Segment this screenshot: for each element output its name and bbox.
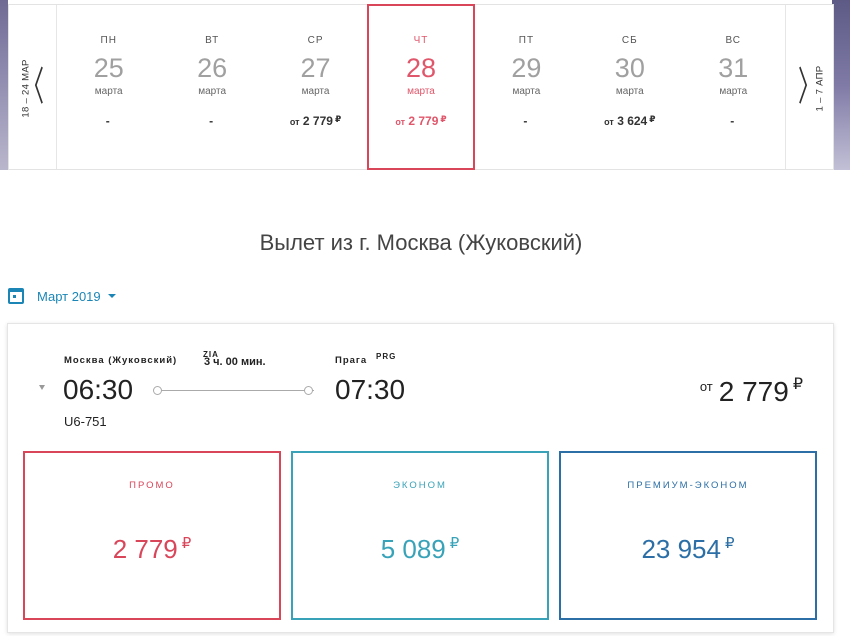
day-price: - <box>682 114 785 128</box>
prev-week-range: 18 – 24 МАР <box>20 59 32 118</box>
flight-card: Москва (Жуковский) ZIA 3 ч. 00 мин. 06:3… <box>7 323 834 633</box>
day-number: 30 <box>614 53 645 83</box>
min-price-amount: 2 779 <box>718 376 789 407</box>
day-month: марта <box>301 86 330 97</box>
day-list: ПН 25 марта - ВТ 26 марта - СР 27 марта от 2 779 ₽… <box>57 4 785 170</box>
day-26[interactable]: ВТ 26 марта - <box>160 5 263 169</box>
day-month: марта <box>94 86 123 97</box>
day-price-prefix: от <box>289 117 300 127</box>
prev-week-button[interactable]: 〈 18 – 24 МАР <box>9 5 57 169</box>
day-27[interactable]: СР 27 марта от 2 779 ₽ <box>264 5 367 169</box>
departure-time: 06:30 <box>63 374 134 405</box>
day-month: марта <box>407 86 435 97</box>
day-price-amount: - <box>730 114 735 128</box>
min-price-prefix: от <box>699 379 713 394</box>
day-month: марта <box>615 86 644 97</box>
day-price-amount: 2 779 <box>302 114 333 128</box>
day-price: - <box>475 114 578 128</box>
chevron-right-icon: 〉 <box>798 64 820 110</box>
fare-price: 2 779 ₽ <box>25 534 279 565</box>
day-of-week: ВТ <box>205 35 220 46</box>
route-end-dot <box>304 386 313 395</box>
day-month: марта <box>198 86 227 97</box>
day-price-amount: 2 779 <box>408 114 439 128</box>
day-number: 29 <box>511 53 542 83</box>
ruble-icon: ₽ <box>181 535 192 552</box>
background-strip-left <box>0 0 8 170</box>
fare-premium-economy[interactable]: премиум-эконом 23 954 ₽ <box>559 451 817 620</box>
arrival-city: Прага <box>335 355 368 366</box>
day-of-week: СР <box>307 35 324 46</box>
day-price-amount: - <box>105 114 110 128</box>
day-price-prefix: от <box>395 117 405 127</box>
day-29[interactable]: ПТ 29 марта - <box>475 5 578 169</box>
calendar-icon <box>8 288 24 304</box>
expand-arrow-icon[interactable] <box>39 385 45 390</box>
fare-name: эконом <box>393 480 447 491</box>
caret-down-icon <box>107 294 116 298</box>
day-month: марта <box>719 86 748 97</box>
day-price: от 2 779 ₽ <box>369 114 472 128</box>
fare-price: 5 089 ₽ <box>293 534 547 565</box>
day-number: 26 <box>197 53 228 83</box>
day-of-week: ПН <box>100 35 117 46</box>
ruble-icon: ₽ <box>334 114 342 124</box>
day-price: - <box>160 114 263 128</box>
page-title: Вылет из г. Москва (Жуковский) <box>259 230 583 255</box>
day-of-week: ПТ <box>518 35 535 46</box>
day-price-amount: 3 624 <box>617 114 648 128</box>
flight-duration: 3 ч. 00 мин. <box>204 356 266 368</box>
day-month: марта <box>512 86 541 97</box>
day-number: 28 <box>405 53 436 83</box>
fare-promo[interactable]: промо 2 779 ₽ <box>23 451 281 620</box>
fare-name: премиум-эконом <box>627 480 749 491</box>
fare-price-amount: 5 089 <box>380 534 446 564</box>
month-label: Март 2019 <box>37 288 101 304</box>
day-30[interactable]: СБ 30 марта от 3 624 ₽ <box>578 5 681 169</box>
month-selector[interactable]: Март 2019 <box>8 288 116 304</box>
day-of-week: СБ <box>621 35 638 46</box>
fare-price-amount: 2 779 <box>112 534 178 564</box>
day-price: - <box>57 114 160 128</box>
day-price-amount: - <box>523 114 528 128</box>
ruble-icon: ₽ <box>449 535 460 552</box>
day-price: от 2 779 ₽ <box>264 114 367 128</box>
flight-number: U6-751 <box>64 414 107 429</box>
day-number: 31 <box>718 53 749 83</box>
fare-economy[interactable]: эконом 5 089 ₽ <box>291 451 549 620</box>
next-week-button[interactable]: 1 – 7 АПР 〉 <box>785 5 833 169</box>
day-price-prefix: от <box>604 117 614 127</box>
ruble-icon: ₽ <box>440 114 447 124</box>
ruble-icon: ₽ <box>724 535 735 552</box>
date-selector: 〈 18 – 24 МАР ПН 25 марта - ВТ 26 марта - СР 27… <box>8 4 834 170</box>
min-price: от 2 779 ₽ <box>700 374 803 408</box>
fare-price-amount: 23 954 <box>641 534 721 564</box>
ruble-icon: ₽ <box>792 376 803 393</box>
day-31[interactable]: ВС 31 марта - <box>682 5 785 169</box>
day-28[interactable]: ЧТ 28 марта от 2 779 ₽ <box>367 4 475 170</box>
fare-name: промо <box>129 480 175 491</box>
arrival-time: 07:30 <box>335 374 406 405</box>
route-start-dot <box>153 386 162 395</box>
departure-city: Москва (Жуковский) <box>64 355 178 366</box>
route-line <box>154 390 314 391</box>
day-price-amount: - <box>209 114 214 128</box>
day-25[interactable]: ПН 25 марта - <box>57 5 160 169</box>
fare-price: 23 954 ₽ <box>561 534 815 565</box>
day-of-week: ВС <box>725 35 742 46</box>
ruble-icon: ₽ <box>649 114 656 124</box>
arrival-code: PRG <box>376 352 397 361</box>
day-price: от 3 624 ₽ <box>578 114 681 128</box>
background-strip-right <box>832 0 850 170</box>
day-of-week: ЧТ <box>413 35 429 46</box>
day-number: 27 <box>300 53 331 83</box>
day-number: 25 <box>93 53 124 83</box>
